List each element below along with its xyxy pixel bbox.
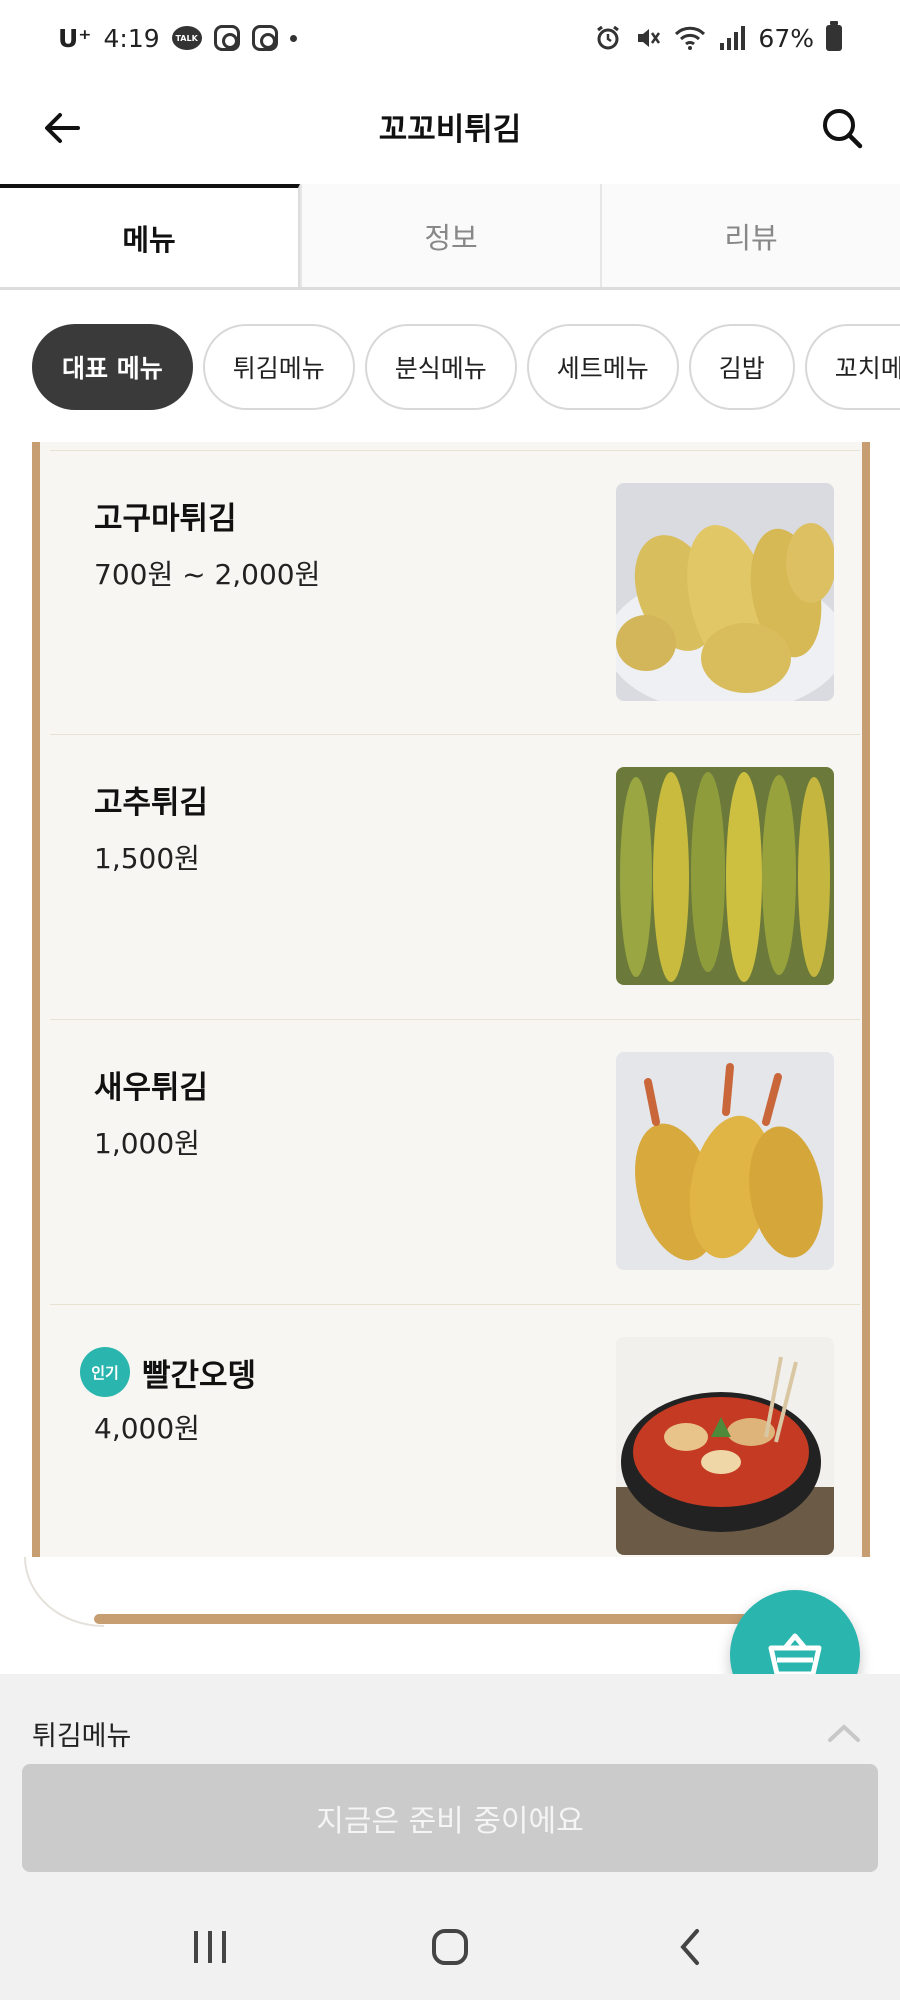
menu-item-name-text: 고추튀김 (94, 785, 209, 821)
alarm-icon (594, 24, 622, 52)
store-tabs: 메뉴 정보 리뷰 (0, 184, 900, 290)
tab-reviews[interactable]: 리뷰 (600, 184, 900, 287)
menu-item-name: 고구마튀김 (94, 493, 237, 538)
chip-featured-menu[interactable]: 대표 메뉴 (32, 324, 193, 410)
chip-skewer-menu[interactable]: 꼬치메뉴 (804, 324, 900, 410)
carrier-label: U⁺ (58, 23, 92, 53)
menu-item-price: 700원 ~ 2,000원 (94, 558, 321, 591)
store-title: 꼬꼬비튀김 (378, 112, 522, 148)
instagram-notification-icon-2 (251, 25, 278, 51)
app-header: 꼬꼬비튀김 (0, 76, 900, 186)
menu-item-price: 4,000원 (94, 1412, 200, 1445)
status-left: U⁺ 4:19 TALK (58, 24, 297, 53)
instagram-notification-icon (213, 25, 240, 51)
menu-item-name: 인기 빨간오뎅 (80, 1347, 257, 1397)
chip-fried-menu[interactable]: 튀김메뉴 (202, 324, 355, 410)
expand-panel-button[interactable] (824, 1718, 864, 1748)
menu-item-photo (616, 767, 834, 985)
clock: 4:19 (103, 23, 160, 53)
menu-item-photo (616, 1337, 834, 1555)
battery-percent: 67% (758, 23, 814, 53)
menu-item-red-fishcake[interactable]: 인기 빨간오뎅 4,000원 (50, 1305, 860, 1590)
menu-item-name-text: 새우튀김 (94, 1070, 209, 1106)
menu-board-panel: 고구마튀김 700원 ~ 2,000원 고추튀김 1,500원 새우튀김 1,0… (32, 442, 870, 1557)
talk-notification-icon: TALK (171, 26, 202, 50)
menu-item-price: 1,000원 (94, 1127, 200, 1160)
mute-icon (634, 24, 662, 52)
status-right: 67% (594, 21, 842, 53)
signal-icon (718, 25, 746, 51)
menu-item-name-text: 고구마튀김 (94, 501, 237, 537)
popular-badge: 인기 (80, 1347, 130, 1397)
menu-item-name: 고추튀김 (94, 777, 208, 822)
menu-item-sweet-potato[interactable]: 고구마튀김 700원 ~ 2,000원 (50, 450, 860, 735)
basket-icon (768, 1633, 822, 1677)
menu-item-name: 새우튀김 (94, 1062, 208, 1107)
battery-icon (826, 21, 842, 51)
menu-board: 고구마튀김 700원 ~ 2,000원 고추튀김 1,500원 새우튀김 1,0… (24, 442, 878, 1627)
tab-info[interactable]: 정보 (300, 184, 600, 287)
menu-item-name-text: 빨간오뎅 (142, 1357, 257, 1394)
more-notifications-dot-icon (289, 34, 297, 42)
chip-set-menu[interactable]: 세트메뉴 (526, 324, 679, 410)
order-unavailable-button[interactable]: 지금은 준비 중이에요 (22, 1764, 878, 1872)
home-button[interactable] (405, 1907, 495, 1987)
chevron-up-icon (828, 1724, 860, 1742)
chip-snack-menu[interactable]: 분식메뉴 (364, 324, 517, 410)
wifi-icon (674, 24, 706, 52)
menu-item-pepper[interactable]: 고추튀김 1,500원 (50, 735, 860, 1020)
menu-item-shrimp[interactable]: 새우튀김 1,000원 (50, 1020, 860, 1305)
menu-list: 고구마튀김 700원 ~ 2,000원 고추튀김 1,500원 새우튀김 1,0… (50, 450, 860, 1590)
menu-item-photo (616, 1052, 834, 1270)
search-button[interactable] (814, 100, 870, 156)
status-bar: U⁺ 4:19 TALK 67% (0, 0, 900, 76)
bottom-panel: 튀김메뉴 지금은 준비 중이에요 (0, 1674, 900, 1894)
recent-apps-button[interactable] (165, 1907, 255, 1987)
recent-apps-icon (194, 1931, 226, 1963)
current-section-label: 튀김메뉴 (32, 1721, 132, 1752)
home-icon (432, 1929, 468, 1965)
category-chips: 대표 메뉴 튀김메뉴 분식메뉴 세트메뉴 김밥 꼬치메뉴 (32, 324, 900, 410)
chip-gimbap[interactable]: 김밥 (688, 324, 795, 410)
back-nav-button[interactable] (645, 1907, 735, 1987)
system-nav-bar (0, 1894, 900, 2000)
menu-item-photo (616, 483, 834, 701)
search-icon (823, 109, 863, 149)
tab-menu[interactable]: 메뉴 (0, 184, 300, 287)
board-bottom-frame (94, 1614, 814, 1624)
chevron-left-icon (680, 1929, 699, 1965)
menu-item-price: 1,500원 (94, 842, 200, 875)
